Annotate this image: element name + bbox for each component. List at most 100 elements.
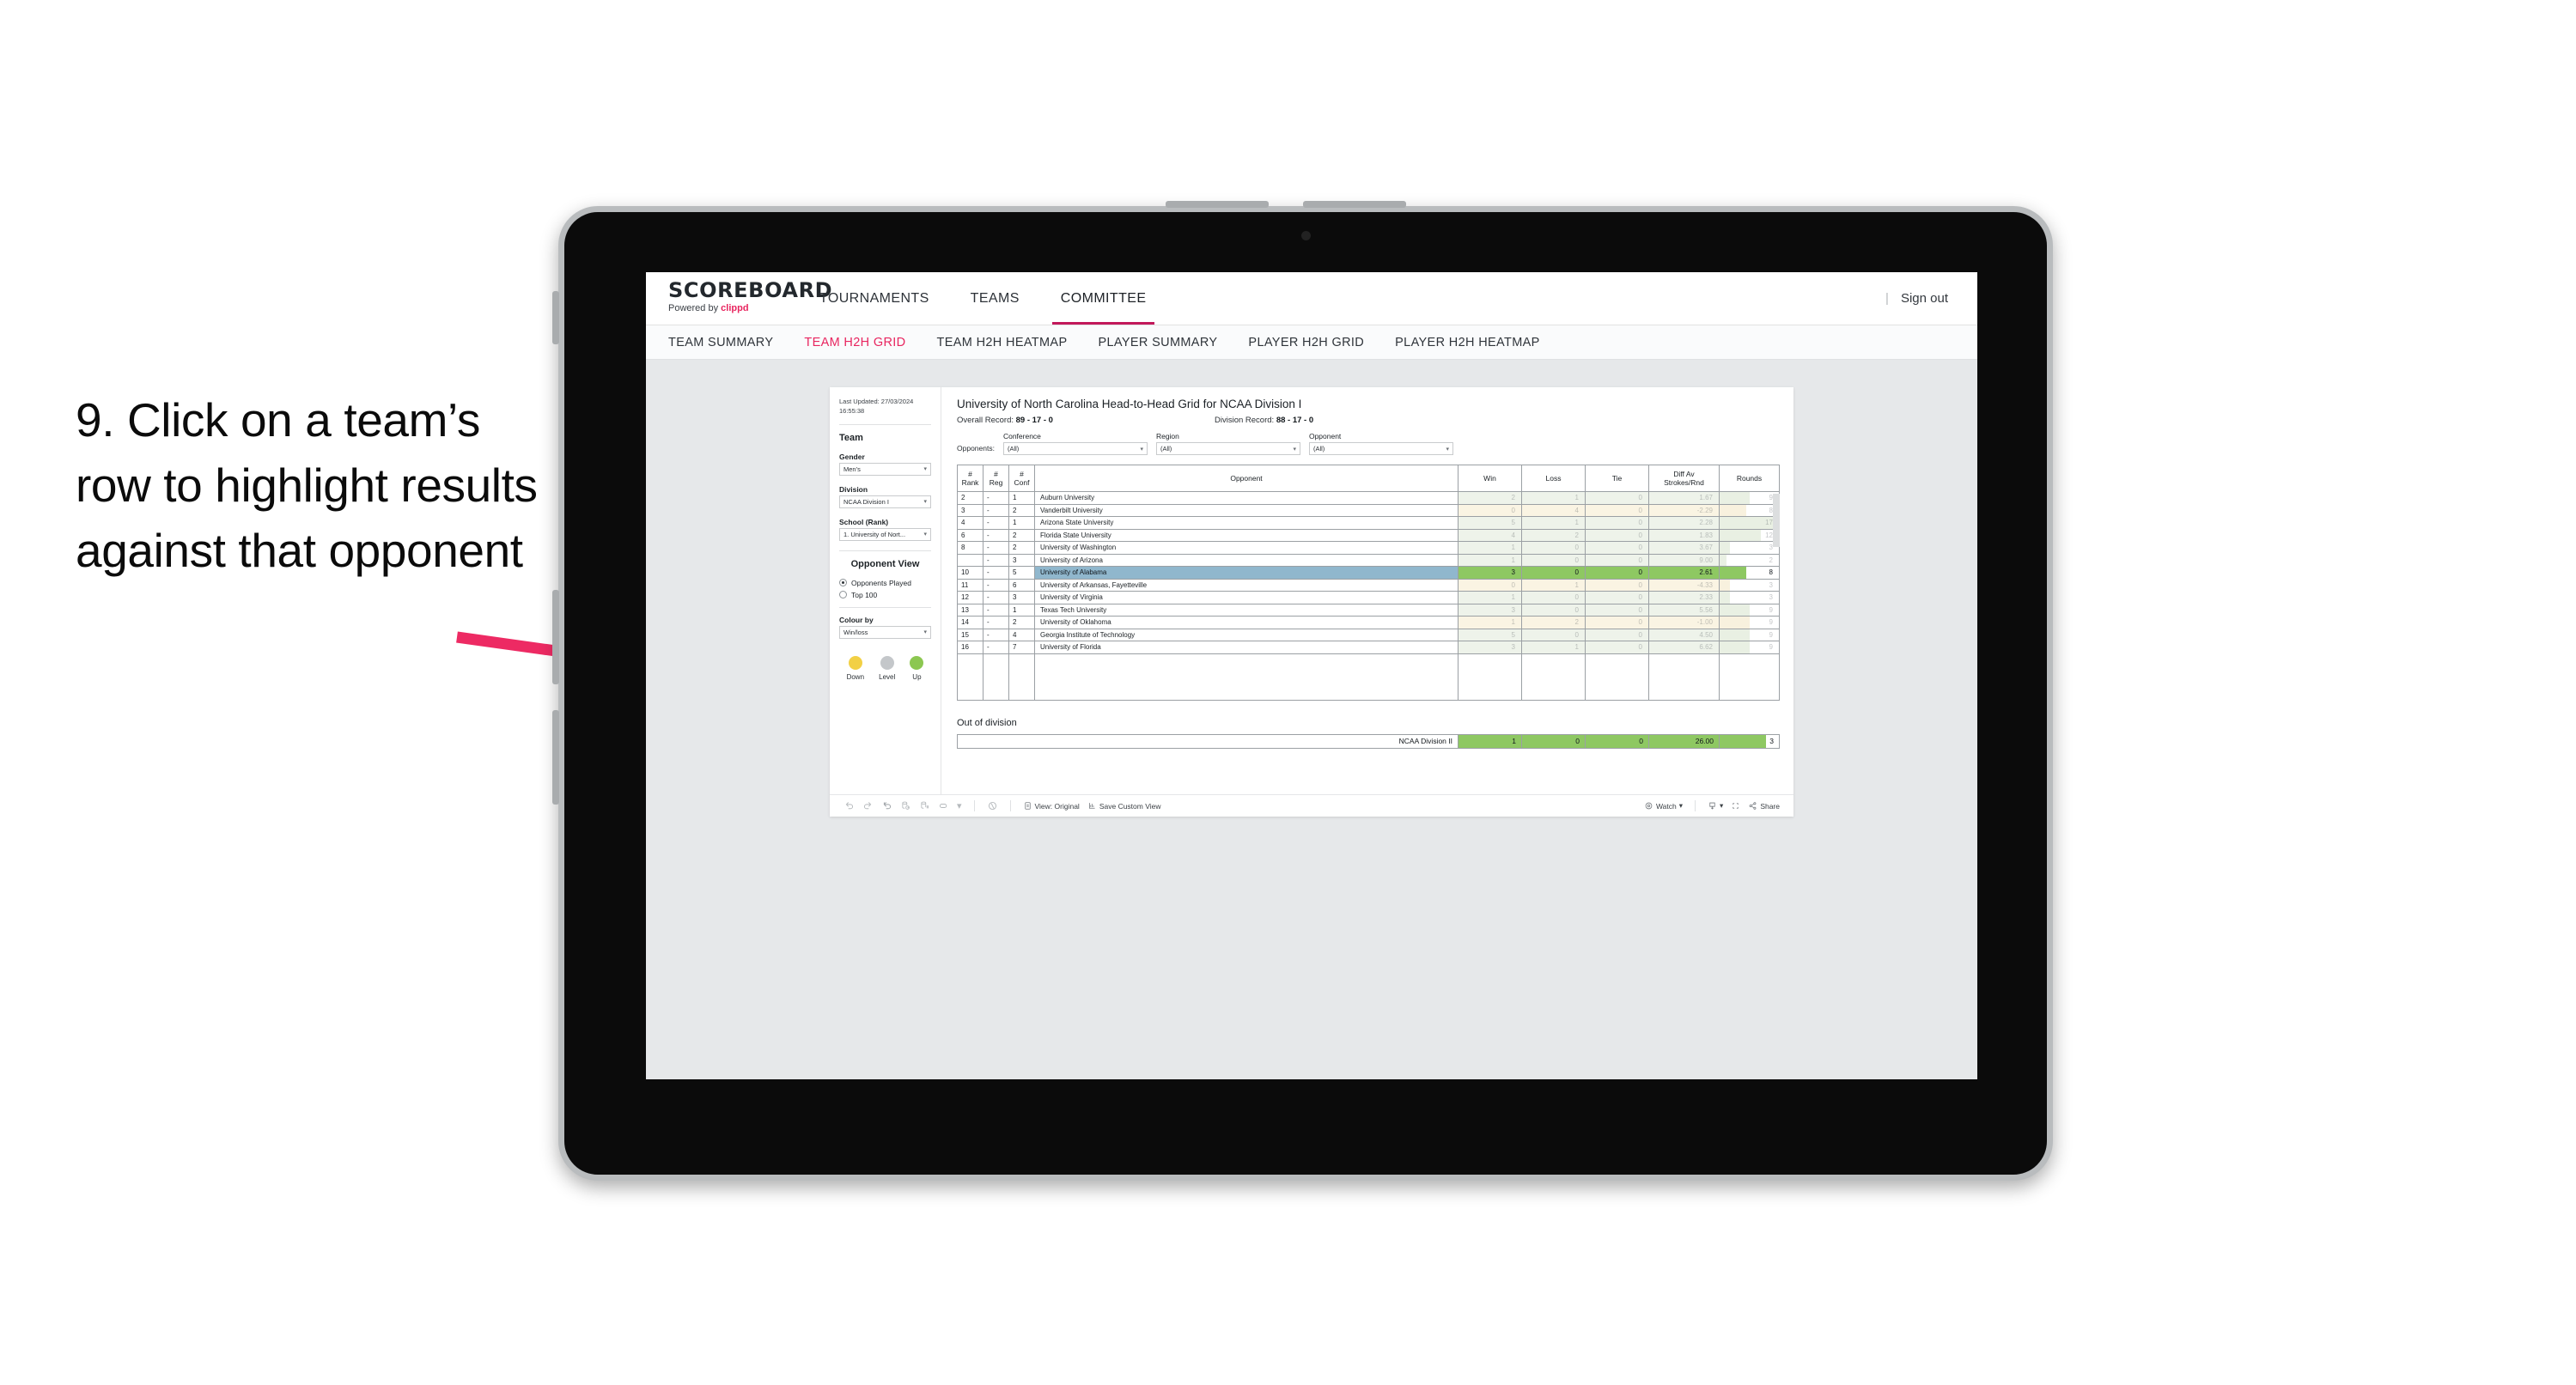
cell-empty xyxy=(957,653,984,665)
cell-empty xyxy=(1719,688,1780,701)
head-to-head-grid: # Rank # Reg # Conf Opponent Win Loss Tie D… xyxy=(957,465,1780,701)
pause-autoupdate-icon[interactable] xyxy=(987,800,998,811)
cell-diff: -4.33 xyxy=(1648,578,1720,592)
table-row[interactable]: 11-6 University of Arkansas, Fayetteville… xyxy=(957,578,1780,592)
top-nav-committee[interactable]: COMMITTEE xyxy=(1040,272,1167,325)
cell-empty xyxy=(1008,653,1035,665)
gender-select[interactable]: Men’s ▾ xyxy=(839,462,931,476)
out-of-division-row[interactable]: NCAA Division II 1 0 0 26.00 3 xyxy=(957,733,1780,749)
cell-empty xyxy=(1458,665,1522,677)
undo-icon[interactable] xyxy=(843,800,855,811)
signout-link[interactable]: Sign out xyxy=(1901,291,1948,306)
table-row-empty xyxy=(957,653,1780,665)
share-button[interactable]: Share xyxy=(1748,801,1780,811)
cell-win: 3 xyxy=(1458,603,1522,617)
opponent-select[interactable]: (All) ▾ xyxy=(1308,442,1453,455)
chevron-down-icon: ▾ xyxy=(923,532,927,538)
cell-empty xyxy=(1648,677,1720,689)
subnav-team-h2h-grid[interactable]: TEAM H2H GRID xyxy=(804,336,905,349)
school-select[interactable]: 1. University of Nort... ▾ xyxy=(839,527,931,541)
col-tie: Tie xyxy=(1585,465,1649,492)
table-row[interactable]: 12-3 University of Virginia 1 0 0 2.33 3 xyxy=(957,591,1780,604)
refresh-data-icon[interactable] xyxy=(900,800,911,811)
division-select[interactable]: NCAA Division I ▾ xyxy=(839,495,931,508)
cell-tie: 0 xyxy=(1585,566,1649,580)
gender-select-value: Men’s xyxy=(843,465,861,473)
subnav-player-h2h-heatmap[interactable]: PLAYER H2H HEATMAP xyxy=(1395,336,1540,349)
cell-win: 1 xyxy=(1458,553,1522,567)
cell-win: 5 xyxy=(1458,628,1522,641)
sidebar-divider-1 xyxy=(839,423,931,425)
region-label: Region xyxy=(1155,432,1179,440)
fullscreen-button[interactable] xyxy=(1731,801,1740,811)
cell-diff: 2.61 xyxy=(1648,566,1720,580)
watch-button[interactable]: Watch ▾ xyxy=(1644,801,1683,811)
toolbar-divider-3 xyxy=(1695,800,1696,811)
table-row[interactable]: 10-5 University of Alabama 3 0 0 2.61 8 xyxy=(957,566,1780,580)
revert-icon[interactable] xyxy=(881,800,892,811)
subnav-team-summary[interactable]: TEAM SUMMARY xyxy=(668,336,773,349)
scrollbar-thumb[interactable] xyxy=(1773,494,1780,547)
subnav-player-h2h-grid[interactable]: PLAYER H2H GRID xyxy=(1248,336,1364,349)
cell-tie: 0 xyxy=(1585,578,1649,592)
shape-tool-icon[interactable] xyxy=(938,800,949,811)
cell-diff: -1.00 xyxy=(1648,616,1720,629)
colour-by-select[interactable]: Win/loss ▾ xyxy=(839,625,931,639)
download-button[interactable]: ▾ xyxy=(1708,801,1723,811)
colour-by-group: Colour by Win/loss ▾ xyxy=(839,616,931,639)
save-custom-view-button[interactable]: Save Custom View xyxy=(1087,801,1160,811)
brand-title: SCOREBOARD xyxy=(668,278,833,302)
radio-opponents-played[interactable]: Opponents Played xyxy=(839,579,931,587)
top-nav-teams[interactable]: TEAMS xyxy=(950,272,1040,325)
col-rounds: Rounds xyxy=(1719,465,1780,492)
cell-reg: - xyxy=(983,578,1009,592)
cell-rank: 14 xyxy=(957,616,984,629)
chevron-down-icon: ▾ xyxy=(923,499,927,506)
ood-win: 1 xyxy=(1458,733,1522,749)
conference-select-value: (All) xyxy=(1007,445,1020,453)
table-row[interactable]: 16-7 University of Florida 3 1 0 6.62 9 xyxy=(957,641,1780,654)
grid-header-row: # Rank # Reg # Conf Opponent Win Loss Tie D… xyxy=(957,465,1780,492)
grid-vertical-scrollbar[interactable] xyxy=(1773,465,1780,701)
ood-tie: 0 xyxy=(1585,733,1649,749)
table-row[interactable]: 3-2 Vanderbilt University 0 4 0 -2.29 8 xyxy=(957,503,1780,517)
table-row[interactable]: 15-4 Georgia Institute of Technology 5 0 0 4.… xyxy=(957,628,1780,641)
table-row[interactable]: 2-1 Auburn University 2 1 0 1.67 9 xyxy=(957,491,1780,505)
legend-label-down: Down xyxy=(846,672,865,681)
radio-icon-selected xyxy=(839,579,847,587)
table-row[interactable]: 14-2 University of Oklahoma 1 2 0 -1.00 9 xyxy=(957,616,1780,629)
sidebar-divider-3 xyxy=(839,606,931,608)
cell-loss: 2 xyxy=(1521,616,1586,629)
app-top-navigation: SCOREBOARD Powered by clippd TOURNAMENTS… xyxy=(646,272,1977,325)
cell-rounds: 17 xyxy=(1719,516,1780,530)
cell-empty xyxy=(1521,665,1586,677)
pause-data-icon[interactable] xyxy=(919,800,930,811)
brand-subtitle-prefix: Powered by xyxy=(668,303,722,313)
cell-opponent: University of Arkansas, Fayetteville xyxy=(1034,578,1459,592)
cell-rank: 13 xyxy=(957,603,984,617)
top-nav-tournaments[interactable]: TOURNAMENTS xyxy=(799,272,950,325)
signout-area: | Sign out xyxy=(1885,272,1977,325)
opponent-filter: Opponent (All) ▾ xyxy=(1308,432,1453,455)
table-row[interactable]: 6-2 Florida State University 4 2 0 1.83 12 xyxy=(957,528,1780,542)
view-original-button[interactable]: View: Original xyxy=(1023,801,1080,811)
watch-label: Watch xyxy=(1655,801,1677,811)
table-row[interactable]: 13-1 Texas Tech University 3 0 0 5.56 9 xyxy=(957,603,1780,617)
redo-icon[interactable] xyxy=(862,800,874,811)
cell-rank: 11 xyxy=(957,578,984,592)
region-select[interactable]: (All) ▾ xyxy=(1155,442,1300,455)
cell-empty xyxy=(1034,677,1459,689)
conference-select[interactable]: (All) ▾ xyxy=(1002,442,1148,455)
opponents-label: Opponents: xyxy=(957,444,995,453)
table-row[interactable]: 4-1 Arizona State University 5 1 0 2.28 17 xyxy=(957,516,1780,530)
subnav-team-h2h-heatmap[interactable]: TEAM H2H HEATMAP xyxy=(937,336,1068,349)
cell-rank: 12 xyxy=(957,591,984,604)
radio-top-100[interactable]: Top 100 xyxy=(839,591,931,599)
cell-reg: - xyxy=(983,491,1009,505)
table-row[interactable]: 8-2 University of Washington 1 0 0 3.67 3 xyxy=(957,541,1780,555)
table-row[interactable]: -3 University of Arizona 1 0 0 9.00 2 xyxy=(957,553,1780,567)
cell-tie: 0 xyxy=(1585,516,1649,530)
brand-logo[interactable]: SCOREBOARD Powered by clippd xyxy=(646,272,833,325)
shape-dropdown-caret-icon[interactable]: ▾ xyxy=(957,800,962,811)
subnav-player-summary[interactable]: PLAYER SUMMARY xyxy=(1098,336,1217,349)
